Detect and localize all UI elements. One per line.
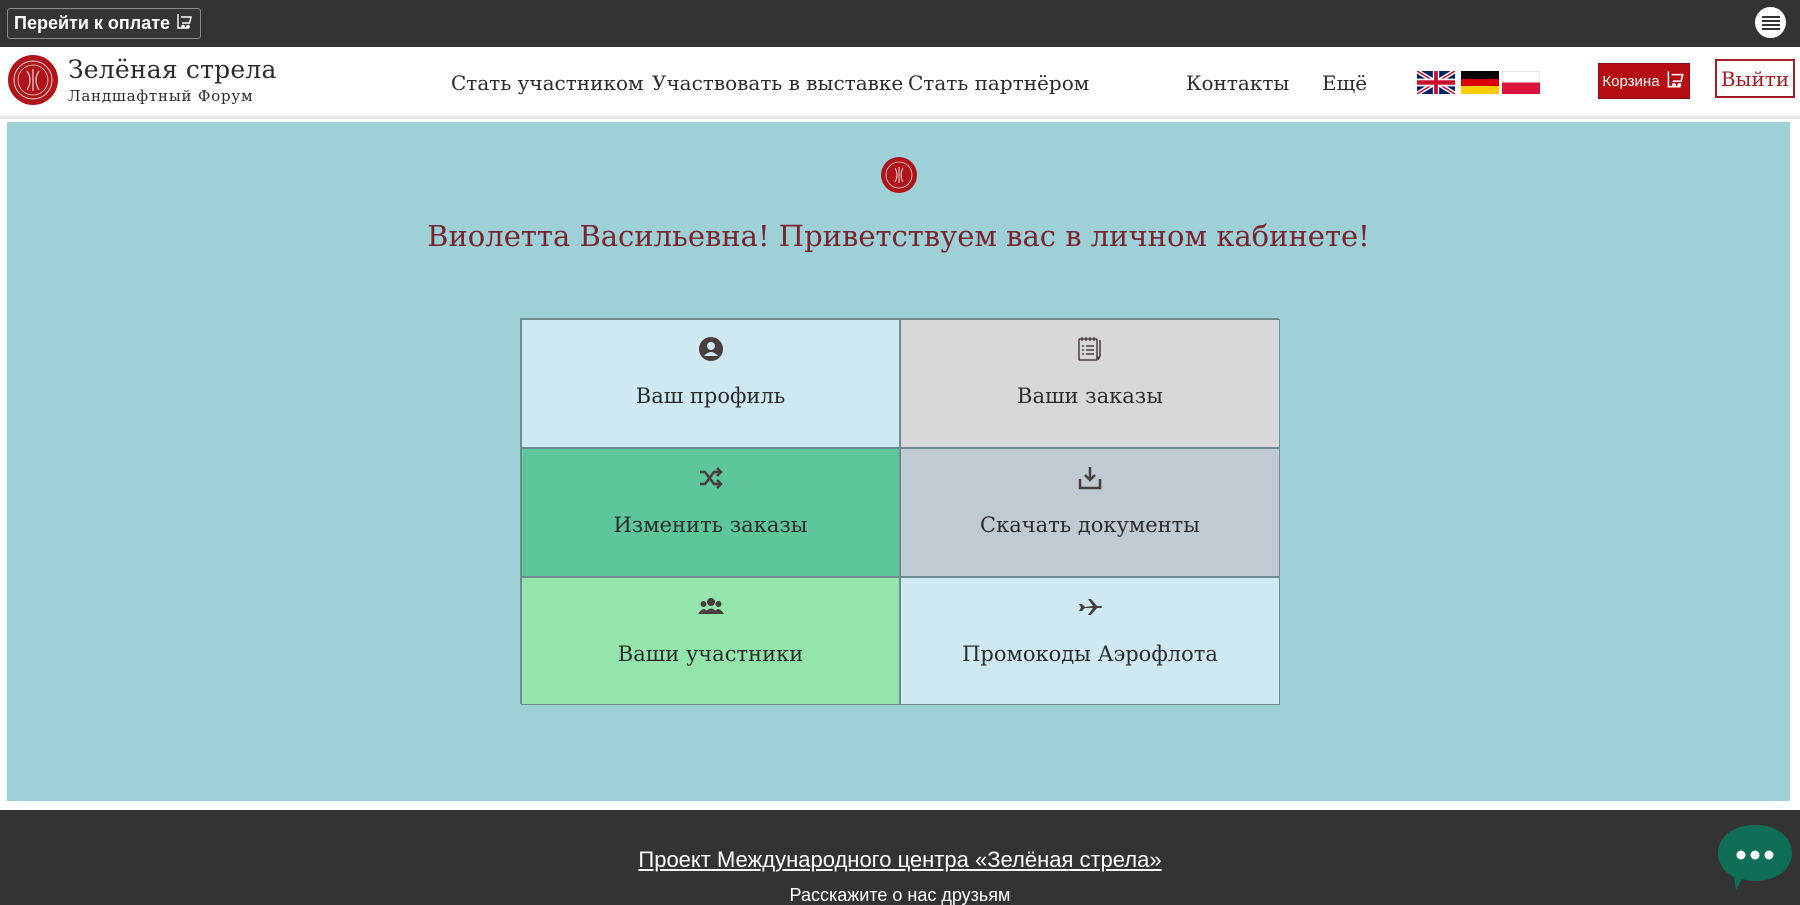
tile-orders[interactable]: Ваши заказы xyxy=(900,319,1280,448)
seal-icon xyxy=(880,156,918,194)
tile-label: Изменить заказы xyxy=(613,513,808,537)
top-bar: Перейти к оплате xyxy=(0,0,1800,47)
notepad-icon xyxy=(1077,336,1103,366)
tile-profile[interactable]: Ваш профиль xyxy=(521,319,900,448)
brand-title[interactable]: Зелёная стрела xyxy=(68,55,277,84)
chat-bubble-icon[interactable] xyxy=(1716,822,1794,892)
tile-change-orders[interactable]: Изменить заказы xyxy=(521,448,900,577)
flag-uk-icon[interactable] xyxy=(1417,71,1455,94)
footer-project-link[interactable]: Проект Международного центра «Зелёная ст… xyxy=(638,847,1161,872)
tile-label: Промокоды Аэрофлота xyxy=(962,642,1218,666)
site-header: Зелёная стрела Ландшафтный Форум Стать у… xyxy=(0,47,1800,119)
go-to-payment-button[interactable]: Перейти к оплате xyxy=(7,8,202,39)
nav-more[interactable]: Ещё xyxy=(1322,71,1367,95)
go-to-payment-label: Перейти к оплате xyxy=(14,13,171,33)
brand-subtitle: Ландшафтный Форум xyxy=(68,87,254,105)
welcome-greeting: Виолетта Васильевна! Приветствуем вас в … xyxy=(427,219,1370,253)
nav-become-partner[interactable]: Стать партнёром xyxy=(908,71,1089,95)
tile-label: Ваш профиль xyxy=(635,384,786,408)
tile-participants[interactable]: Ваши участники xyxy=(521,577,900,705)
download-icon xyxy=(1077,465,1103,495)
nav-contacts[interactable]: Контакты xyxy=(1186,71,1289,95)
cart-button[interactable]: Корзина xyxy=(1598,63,1690,99)
logo-seal-icon[interactable] xyxy=(7,50,59,110)
tile-label: Скачать документы xyxy=(980,513,1200,537)
tile-download-documents[interactable]: Скачать документы xyxy=(900,448,1280,577)
user-circle-icon xyxy=(698,336,724,366)
hamburger-menu-icon[interactable] xyxy=(1755,7,1786,38)
nav-become-participant[interactable]: Стать участником xyxy=(451,71,644,95)
cart-icon xyxy=(1664,68,1686,94)
logout-button[interactable]: Выйти xyxy=(1715,59,1795,98)
shuffle-icon xyxy=(698,465,724,495)
dashboard-tiles: Ваш профиль Ваши заказы Изменить заказы … xyxy=(520,318,1280,705)
cart-icon xyxy=(174,11,194,36)
flag-germany-icon[interactable] xyxy=(1461,71,1499,94)
site-footer: Проект Международного центра «Зелёная ст… xyxy=(0,810,1800,905)
flag-poland-icon[interactable] xyxy=(1502,71,1540,94)
users-icon xyxy=(697,594,724,624)
tile-aeroflot-promocodes[interactable]: Промокоды Аэрофлота xyxy=(900,577,1280,705)
airplane-icon xyxy=(1077,594,1103,624)
tile-label: Ваши участники xyxy=(617,642,804,666)
main-content: Виолетта Васильевна! Приветствуем вас в … xyxy=(7,122,1790,801)
cart-label: Корзина xyxy=(1602,72,1660,90)
footer-share-text: Расскажите о нас друзьям xyxy=(789,885,1011,905)
footer-project-link-wrap: Проект Международного центра «Зелёная ст… xyxy=(0,847,1800,873)
nav-exhibit[interactable]: Участвовать в выставке xyxy=(652,71,903,95)
tile-label: Ваши заказы xyxy=(1017,384,1163,408)
